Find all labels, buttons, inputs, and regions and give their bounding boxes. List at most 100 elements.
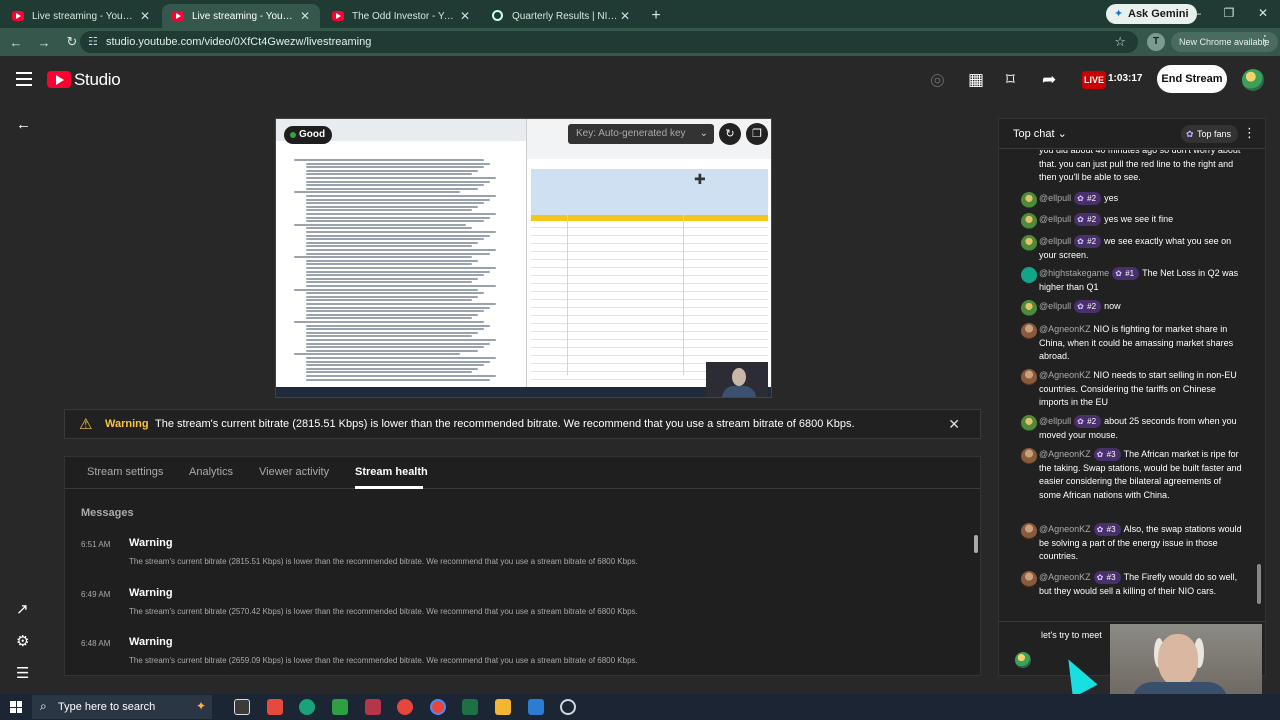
- studio-logo-text: Studio: [74, 70, 121, 89]
- active-tab-indicator: [355, 486, 423, 489]
- settings-gear-icon[interactable]: ⚙: [16, 632, 29, 650]
- file-explorer-icon[interactable]: [495, 699, 511, 715]
- tab-viewer-activity[interactable]: Viewer activity: [259, 466, 329, 478]
- chat-avatar[interactable]: [1021, 235, 1037, 251]
- hamburger-menu-icon[interactable]: [16, 72, 32, 86]
- chat-author[interactable]: @ellpull: [1039, 416, 1071, 426]
- close-tab-icon[interactable]: ✕: [458, 9, 472, 23]
- chat-avatar[interactable]: [1021, 369, 1037, 385]
- stream-key-select[interactable]: Key: Auto-generated key ⌄: [568, 124, 714, 144]
- end-stream-button[interactable]: End Stream: [1157, 65, 1227, 93]
- chat-avatar[interactable]: [1021, 213, 1037, 229]
- chat-message: @ellpull#2about 25 seconds from when you…: [1039, 415, 1245, 442]
- live-timer: 1:03:17: [1108, 73, 1143, 84]
- share-icon[interactable]: ➦: [1042, 70, 1056, 90]
- chat-scrollbar[interactable]: [1257, 564, 1261, 604]
- chat-avatar[interactable]: [1021, 448, 1037, 464]
- minimize-icon[interactable]: —: [1178, 0, 1212, 28]
- chat-message: @AgneonKZ#3Also, the swap stations would…: [1039, 523, 1245, 564]
- chat-avatar[interactable]: [1021, 571, 1037, 587]
- refresh-key-icon[interactable]: ↻: [719, 123, 741, 145]
- channel-avatar[interactable]: [1242, 69, 1264, 91]
- chat-menu-icon[interactable]: ⋮: [1243, 125, 1256, 141]
- restore-icon[interactable]: ❐: [1212, 0, 1246, 28]
- task-view-icon[interactable]: [234, 699, 250, 715]
- tab-stream-health[interactable]: Stream health: [355, 466, 428, 478]
- chat-author[interactable]: @AgneonKZ: [1039, 524, 1091, 534]
- chat-author[interactable]: @AgneonKZ: [1039, 370, 1091, 380]
- warning-triangle-icon: ⚠: [79, 416, 93, 433]
- chat-author[interactable]: @ellpull: [1039, 214, 1071, 224]
- edge-icon[interactable]: [299, 699, 315, 715]
- close-tab-icon[interactable]: ✕: [138, 9, 152, 23]
- chat-avatar[interactable]: [1021, 192, 1037, 208]
- back-arrow-icon[interactable]: ←: [4, 35, 28, 50]
- forward-arrow-icon[interactable]: →: [32, 35, 56, 50]
- browser-tab[interactable]: Quarterly Results | NIO Inc.✕: [482, 4, 640, 28]
- close-tab-icon[interactable]: ✕: [618, 9, 632, 23]
- bookmark-star-icon[interactable]: ☆: [1114, 34, 1126, 50]
- fan-rank-badge: #1: [1112, 267, 1140, 280]
- new-tab-icon[interactable]: +: [644, 4, 668, 28]
- chat-message: @ellpull#2yes: [1039, 192, 1245, 206]
- close-tab-icon[interactable]: ✕: [298, 9, 312, 23]
- feedback-icon[interactable]: ☰: [16, 664, 29, 682]
- close-window-icon[interactable]: ✕: [1246, 0, 1280, 28]
- clapperboard-icon[interactable]: ▦: [968, 70, 984, 90]
- fan-rank-badge: #2: [1074, 300, 1102, 313]
- app-icon[interactable]: [365, 699, 381, 715]
- obs-icon[interactable]: [560, 699, 576, 715]
- app-icon[interactable]: [267, 699, 283, 715]
- address-bar[interactable]: ☷ studio.youtube.com/video/0XfCt4Gwezw/l…: [80, 31, 1138, 53]
- external-link-icon[interactable]: ↗: [16, 600, 29, 618]
- bookmark-icon[interactable]: ⌑: [1006, 70, 1015, 90]
- chat-author[interactable]: @ellpull: [1039, 236, 1071, 246]
- browser-tab-active[interactable]: Live streaming - YouTube Studio✕: [162, 4, 320, 28]
- chat-avatar[interactable]: [1021, 415, 1037, 431]
- chrome-icon[interactable]: [397, 699, 413, 715]
- chevron-down-icon: ⌄: [1057, 128, 1067, 140]
- windows-start-icon[interactable]: [10, 701, 22, 713]
- profile-avatar[interactable]: T: [1147, 33, 1165, 51]
- chat-user-avatar: [1015, 652, 1031, 668]
- chat-avatar[interactable]: [1021, 323, 1037, 339]
- stream-preview[interactable]: ✚ Good Key: Auto-generated key ⌄ ↻ ❐: [275, 118, 772, 398]
- chat-mode-dropdown[interactable]: Top chat ⌄: [1013, 127, 1067, 140]
- messages-scrollbar[interactable]: [974, 535, 978, 553]
- stream-health-pill[interactable]: Good: [284, 126, 333, 144]
- github-favicon-icon: [492, 10, 503, 21]
- preview-webcam: [706, 362, 768, 397]
- taskbar-search[interactable]: ⌕ Type here to search ✦: [32, 695, 212, 719]
- browser-menu-icon[interactable]: ⋮: [1258, 32, 1272, 49]
- mail-icon[interactable]: [528, 699, 544, 715]
- panel-tabs: Stream settings Analytics Viewer activit…: [65, 457, 980, 489]
- fan-rank-badge: #3: [1093, 523, 1121, 536]
- close-icon[interactable]: ✕: [948, 416, 960, 433]
- chat-author[interactable]: @AgneonKZ: [1039, 572, 1091, 582]
- site-info-icon[interactable]: ☷: [88, 35, 98, 48]
- chat-avatar[interactable]: [1021, 267, 1037, 283]
- tab-stream-settings[interactable]: Stream settings: [87, 466, 163, 478]
- chat-avatar[interactable]: [1021, 300, 1037, 316]
- back-arrow-icon[interactable]: ←: [16, 116, 31, 133]
- youtube-logo-icon[interactable]: [47, 71, 71, 88]
- chat-author[interactable]: @AgneonKZ: [1039, 324, 1091, 334]
- browser-tab[interactable]: The Odd Investor - YouTube✕: [322, 4, 480, 28]
- fan-rank-badge: #2: [1074, 235, 1102, 248]
- chat-author[interactable]: @AgneonKZ: [1039, 449, 1091, 459]
- search-icon: ⌕: [40, 699, 47, 713]
- chat-message: @ellpull#2yes we see it fine: [1039, 213, 1245, 227]
- sheets-icon[interactable]: [332, 699, 348, 715]
- chat-avatar[interactable]: [1021, 523, 1037, 539]
- chat-author[interactable]: @ellpull: [1039, 193, 1071, 203]
- producer-icon[interactable]: ◎: [930, 70, 945, 90]
- browser-tab[interactable]: Live streaming - YouTube Studio✕: [2, 4, 160, 28]
- chat-author[interactable]: @ellpull: [1039, 301, 1071, 311]
- top-fans-button[interactable]: Top fans: [1181, 125, 1239, 143]
- tab-analytics[interactable]: Analytics: [189, 466, 233, 478]
- excel-icon[interactable]: [462, 699, 478, 715]
- copy-key-icon[interactable]: ❐: [746, 123, 768, 145]
- chrome-active-icon[interactable]: [430, 699, 446, 715]
- chat-author[interactable]: @highstakegame: [1039, 268, 1109, 278]
- chat-message: @AgneonKZ NIO is fighting for market sha…: [1039, 323, 1245, 364]
